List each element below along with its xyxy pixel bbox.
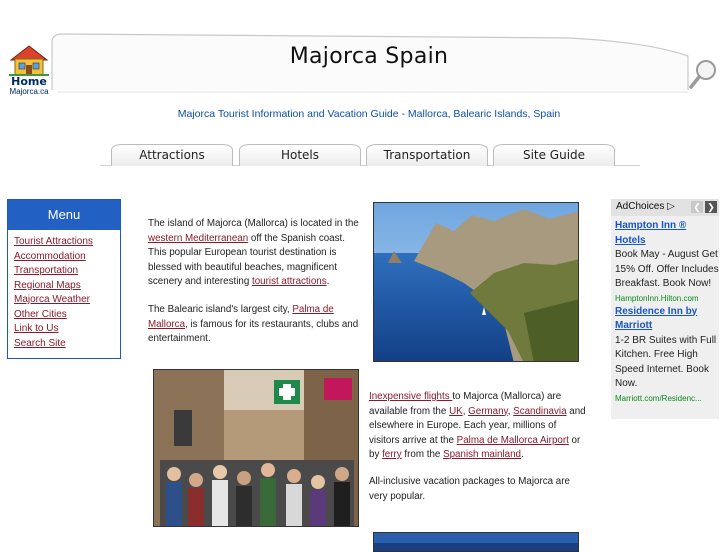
menu-item-other-cities[interactable]: Other Cities [14, 309, 67, 320]
intro-text-1: The island of Majorca (Mallorca) is loca… [148, 218, 359, 229]
tab-transportation[interactable]: Transportation [366, 144, 488, 166]
link-palma-airport[interactable]: Palma de Mallorca Airport [457, 435, 569, 446]
site-tagline: Majorca Tourist Information and Vacation… [177, 108, 561, 120]
street-illustration [154, 370, 358, 526]
link-spanish-mainland[interactable]: Spanish mainland [443, 449, 521, 460]
link-germany[interactable]: Germany [468, 406, 508, 417]
intro-text-3: . [326, 276, 330, 287]
coastline-illustration [374, 203, 578, 361]
ad-text-hampton: Book May - August Get 15% Off. Offer Inc… [615, 249, 719, 289]
ad-prev-icon[interactable]: ❮ [691, 201, 703, 213]
ad-title-residence[interactable]: Residence Inn by Marriott [615, 305, 719, 334]
ad-text-residence: 1-2 BR Suites with Full Kitchen. Free Hi… [615, 334, 717, 390]
magnifier-icon[interactable] [688, 58, 718, 90]
link-uk[interactable]: UK [449, 406, 463, 417]
menu-title: Menu [8, 200, 120, 230]
intro-paragraph: The island of Majorca (Mallorca) is loca… [148, 217, 366, 290]
ad-header: AdChoices ▷ ❮ ❯ [611, 199, 719, 216]
link-scandinavia[interactable]: Scandinavia [513, 406, 566, 417]
flights-text-6: from the [401, 449, 444, 460]
link-tourist-attractions[interactable]: tourist attractions [252, 276, 327, 287]
menu-item-link-to-us[interactable]: Link to Us [14, 323, 58, 334]
menu-list: Tourist Attractions Accommodation Transp… [8, 230, 120, 351]
ad-url-hampton[interactable]: HamptonInn.Hilton.com [615, 292, 719, 305]
side-menu: Menu Tourist Attractions Accommodation T… [7, 199, 121, 359]
tab-attractions[interactable]: Attractions [111, 144, 233, 166]
home-link[interactable]: Home Majorca.ca [6, 44, 52, 98]
palma-paragraph: The Balearic island's largest city, Palm… [148, 303, 366, 347]
home-label: Home [11, 75, 47, 88]
house-icon [9, 45, 49, 76]
menu-item-search-site[interactable]: Search Site [14, 338, 66, 349]
street-photo [153, 369, 359, 527]
ad-title-hampton[interactable]: Hampton Inn ® Hotels [615, 219, 719, 248]
home-site-label: Majorca.ca [9, 87, 49, 96]
palma-text-1: The Balearic island's largest city, [148, 304, 293, 315]
adchoices-label[interactable]: AdChoices ▷ [616, 201, 675, 212]
adchoices-icon: ▷ [667, 201, 675, 212]
link-ferry[interactable]: ferry [382, 449, 402, 460]
bottom-photo [373, 532, 579, 552]
link-inexpensive-flights[interactable]: Inexpensive flights [369, 391, 452, 402]
flights-text-7: . [520, 449, 524, 460]
coastline-photo [373, 202, 579, 362]
ad-panel: AdChoices ▷ ❮ ❯ Hampton Inn ® Hotels Boo… [611, 199, 719, 419]
flights-paragraph: Inexpensive flights to Majorca (Mallorca… [369, 390, 587, 463]
menu-item-accommodation[interactable]: Accommodation [14, 251, 86, 262]
packages-paragraph: All-inclusive vacation packages to Major… [369, 476, 570, 502]
menu-item-transportation[interactable]: Transportation [14, 265, 78, 276]
ad-url-residence[interactable]: Marriott.com/Residenc... [615, 392, 719, 405]
ad-next-icon[interactable]: ❯ [705, 201, 717, 213]
menu-item-regional-maps[interactable]: Regional Maps [14, 280, 81, 291]
link-western-mediterranean[interactable]: western Mediterranean [148, 233, 248, 244]
bottom-photo-illustration [374, 533, 578, 551]
adchoices-text: AdChoices [616, 201, 665, 212]
menu-item-majorca-weather[interactable]: Majorca Weather [14, 294, 90, 305]
tab-site-guide[interactable]: Site Guide [493, 144, 615, 166]
site-title: Majorca Spain [289, 44, 449, 69]
menu-item-tourist-attractions[interactable]: Tourist Attractions [14, 236, 93, 247]
ad-body: Hampton Inn ® Hotels Book May - August G… [611, 216, 719, 405]
tab-hotels[interactable]: Hotels [239, 144, 361, 166]
